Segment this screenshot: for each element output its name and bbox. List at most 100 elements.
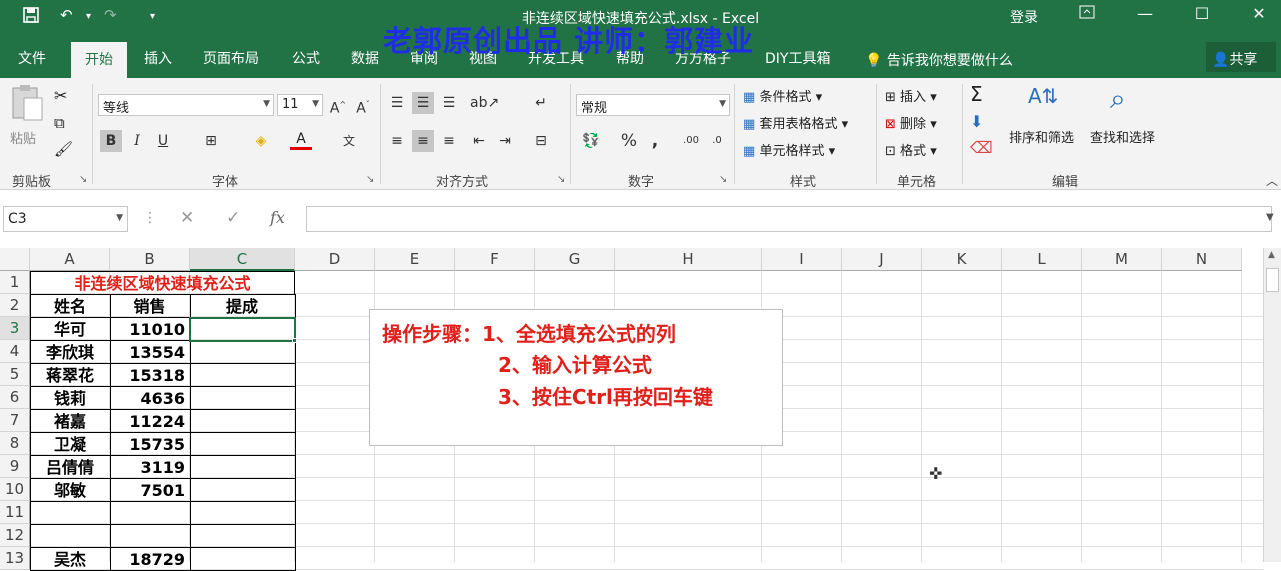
row-header-11[interactable]: 11 <box>0 501 30 524</box>
row-header-4[interactable]: 4 <box>0 340 30 363</box>
increase-indent-icon[interactable]: ⇥ <box>494 130 516 152</box>
table-cell-name[interactable]: 卫凝 <box>31 433 109 456</box>
table-cell-name[interactable]: 褚嘉 <box>31 410 109 433</box>
align-right-icon[interactable]: ≡ <box>438 130 460 152</box>
column-header-f[interactable]: F <box>455 248 535 271</box>
autosum-icon[interactable]: Σ <box>970 82 983 106</box>
column-header-l[interactable]: L <box>1002 248 1082 271</box>
fill-color-icon[interactable]: ◈ <box>250 130 272 152</box>
tab-formulas[interactable]: 公式 <box>292 48 320 68</box>
format-cells-button[interactable]: ⊡ 格式 ▾ <box>885 140 937 159</box>
column-header-a[interactable]: A <box>30 248 110 271</box>
column-header-h[interactable]: H <box>615 248 762 271</box>
orientation-icon[interactable]: ab↗ <box>470 92 499 114</box>
fill-icon[interactable]: ⬇ <box>970 112 983 131</box>
instruction-textbox[interactable]: 操作步骤：1、全选填充公式的列 2、输入计算公式 3、按住Ctrl再按回车键 <box>369 309 783 446</box>
insert-cells-button[interactable]: ⊞ 插入 ▾ <box>885 86 937 105</box>
tab-page-layout[interactable]: 页面布局 <box>203 48 259 68</box>
vertical-scrollbar[interactable]: ▲ <box>1263 248 1281 562</box>
column-header-d[interactable]: D <box>295 248 375 271</box>
minimize-icon[interactable]: — <box>1130 4 1160 23</box>
column-header-m[interactable]: M <box>1082 248 1162 271</box>
row-header-5[interactable]: 5 <box>0 363 30 386</box>
table-cell-sales[interactable]: 11010 <box>110 318 185 341</box>
font-size-combo[interactable]: 11 ▼ <box>277 94 323 116</box>
row-header-13[interactable]: 13 <box>0 547 30 570</box>
expand-formula-icon[interactable]: ▼ <box>1266 212 1274 223</box>
comma-button[interactable]: , <box>644 130 666 152</box>
select-all-corner[interactable] <box>0 248 30 271</box>
scroll-up-icon[interactable]: ▲ <box>1268 250 1275 260</box>
row-header-2[interactable]: 2 <box>0 294 30 317</box>
find-select-icon[interactable]: ⌕ <box>1110 82 1126 116</box>
font-color-icon[interactable]: A <box>290 130 312 150</box>
login-button[interactable]: 登录 <box>1010 7 1038 27</box>
row-header-12[interactable]: 12 <box>0 524 30 547</box>
delete-cells-button[interactable]: ⊠ 删除 ▾ <box>885 113 937 132</box>
row-header-10[interactable]: 10 <box>0 478 30 501</box>
clear-icon[interactable]: ⌫ <box>970 138 993 157</box>
wrap-text-icon[interactable]: ↵ <box>530 92 552 114</box>
row-header-8[interactable]: 8 <box>0 432 30 455</box>
table-cell-sales[interactable]: 13554 <box>110 341 185 364</box>
clipboard-launcher-icon[interactable]: ↘ <box>79 174 87 185</box>
align-left-icon[interactable]: ≡ <box>386 130 408 152</box>
table-cell-sales[interactable]: 15318 <box>110 364 185 387</box>
row-header-6[interactable]: 6 <box>0 386 30 409</box>
percent-button[interactable]: % <box>618 130 640 152</box>
name-box[interactable]: C3 ▼ <box>3 206 128 232</box>
ribbon-display-icon[interactable] <box>1072 4 1102 24</box>
table-cell-name[interactable]: 华可 <box>31 318 109 341</box>
share-button[interactable]: 👤共享 <box>1206 42 1276 72</box>
table-cell-sales[interactable]: 7501 <box>110 479 185 502</box>
table-cell-sales[interactable]: 18729 <box>110 548 185 571</box>
tab-insert[interactable]: 插入 <box>144 48 172 68</box>
scrollbar-thumb[interactable] <box>1266 268 1279 292</box>
sort-filter-icon[interactable]: A⇅ <box>1028 84 1058 108</box>
merge-center-icon[interactable]: ⊟ <box>530 130 552 152</box>
font-name-combo[interactable]: 等线 ▼ <box>98 94 274 116</box>
alignment-launcher-icon[interactable]: ↘ <box>557 174 565 185</box>
fill-handle[interactable] <box>292 338 297 343</box>
decrease-indent-icon[interactable]: ⇤ <box>468 130 490 152</box>
table-cell-sales[interactable]: 3119 <box>110 456 185 479</box>
copy-icon[interactable]: ⧉ <box>54 114 65 132</box>
italic-button[interactable]: I <box>126 130 148 152</box>
find-select-button[interactable]: 查找和选择 <box>1090 127 1155 146</box>
column-header-j[interactable]: J <box>842 248 922 271</box>
paste-button[interactable]: 粘贴 <box>10 128 36 147</box>
row-header-9[interactable]: 9 <box>0 455 30 478</box>
table-cell-sales[interactable]: 11224 <box>110 410 185 433</box>
sheet-title[interactable]: 非连续区域快速填充公式 <box>31 272 294 295</box>
table-cell-name[interactable]: 钱莉 <box>31 387 109 410</box>
row-header-7[interactable]: 7 <box>0 409 30 432</box>
column-header-g[interactable]: G <box>535 248 615 271</box>
number-launcher-icon[interactable]: ↘ <box>719 174 727 185</box>
currency-icon[interactable]: 💱 <box>580 130 602 152</box>
bold-button[interactable]: B <box>100 130 122 152</box>
header-name[interactable]: 姓名 <box>31 295 109 318</box>
format-painter-icon[interactable]: 🖌 <box>54 140 73 158</box>
table-cell-name[interactable]: 邬敏 <box>31 479 109 502</box>
cut-icon[interactable]: ✂ <box>54 86 67 105</box>
tab-home[interactable]: 开始 <box>71 42 127 78</box>
close-icon[interactable]: ✕ <box>1244 4 1274 23</box>
collapse-ribbon-icon[interactable]: ︿ <box>1266 172 1278 189</box>
sort-filter-button[interactable]: 排序和筛选 <box>1009 127 1074 146</box>
column-header-c[interactable]: C <box>190 248 295 271</box>
maximize-icon[interactable]: ☐ <box>1187 4 1217 23</box>
align-bottom-icon[interactable]: ☰ <box>438 92 460 114</box>
tab-file[interactable]: 文件 <box>18 48 46 68</box>
decrease-decimal-icon[interactable]: .0 <box>706 130 728 152</box>
insert-function-button[interactable]: fx <box>270 208 285 227</box>
borders-icon[interactable]: ⊞ <box>200 130 222 152</box>
align-center-icon[interactable]: ≡ <box>412 130 434 152</box>
row-header-1[interactable]: 1 <box>0 271 30 294</box>
table-cell-sales[interactable]: 15735 <box>110 433 185 456</box>
increase-decimal-icon[interactable]: .00 <box>680 130 702 152</box>
increase-font-icon[interactable]: A^ <box>327 94 349 117</box>
table-cell-name[interactable]: 吴杰 <box>31 548 109 571</box>
row-header-3[interactable]: 3 <box>0 317 30 340</box>
header-sales[interactable]: 销售 <box>110 295 189 318</box>
cell-styles-button[interactable]: ▦ 单元格样式 ▾ <box>743 140 835 159</box>
